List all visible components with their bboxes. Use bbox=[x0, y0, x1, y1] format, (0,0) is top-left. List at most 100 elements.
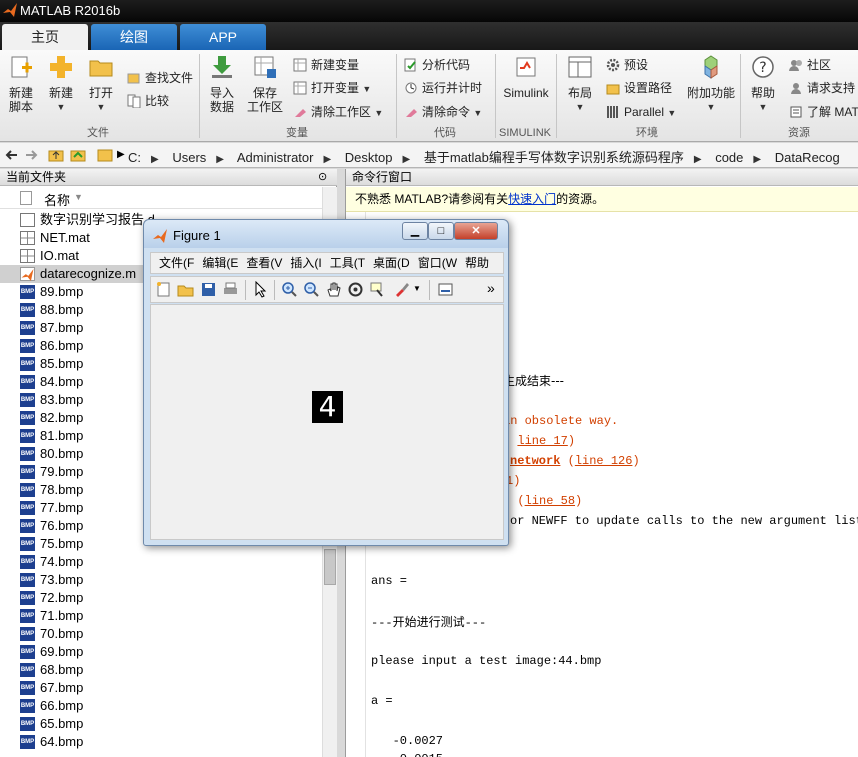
breadcrumb-item[interactable]: Desktop bbox=[345, 150, 393, 165]
mat-file-icon bbox=[20, 231, 35, 245]
menu-desktop[interactable]: 桌面(D bbox=[373, 256, 410, 270]
clear-workspace-button[interactable]: 清除工作区 ▼ bbox=[293, 102, 383, 122]
menu-window[interactable]: 窗口(W bbox=[418, 256, 457, 270]
bmp-file-icon: BMP bbox=[20, 591, 35, 605]
line-58-link[interactable]: line 58 bbox=[525, 494, 575, 508]
new-script-icon bbox=[11, 56, 32, 78]
tab-home[interactable]: 主页 bbox=[2, 24, 88, 50]
chevron-right-icon[interactable]: ▶ bbox=[753, 154, 761, 165]
new-figure-icon[interactable] bbox=[155, 281, 172, 298]
browse-folder-icon[interactable] bbox=[70, 147, 86, 166]
figure-canvas[interactable]: 4 bbox=[150, 304, 504, 540]
breadcrumb-item[interactable]: 基于matlab编程手写体数字识别系统源码程序 bbox=[424, 150, 684, 165]
file-list-item[interactable]: BMP 69.bmp bbox=[0, 643, 322, 661]
pan-hand-icon[interactable] bbox=[325, 281, 342, 298]
minimize-button[interactable]: ▁ bbox=[402, 222, 428, 240]
help-button[interactable]: ? 帮助 ▼ bbox=[746, 54, 780, 114]
parallel-button[interactable]: Parallel ▼ bbox=[606, 102, 676, 122]
menu-view[interactable]: 查看(V bbox=[246, 256, 282, 270]
figure-title-bar[interactable]: Figure 1 ▁ □ ✕ bbox=[144, 220, 508, 248]
panel-menu-icon[interactable]: ⊙ bbox=[318, 169, 327, 185]
open-dropdown-icon: ▼ bbox=[96, 102, 106, 112]
community-button[interactable]: 社区 bbox=[789, 55, 831, 75]
up-folder-icon[interactable] bbox=[48, 147, 64, 166]
file-list-item[interactable]: BMP 74.bmp bbox=[0, 553, 322, 571]
chevron-right-icon[interactable]: ▶ bbox=[216, 154, 224, 165]
chevron-right-icon[interactable]: ▶ bbox=[694, 154, 702, 165]
find-files-button[interactable]: 查找文件 bbox=[127, 68, 193, 88]
file-list-item[interactable]: BMP 71.bmp bbox=[0, 607, 322, 625]
file-list-item[interactable]: BMP 68.bmp bbox=[0, 661, 322, 679]
back-icon[interactable] bbox=[4, 148, 18, 165]
breadcrumb-item[interactable]: Administrator bbox=[237, 150, 314, 165]
save-icon[interactable] bbox=[200, 281, 217, 298]
zoom-in-icon[interactable] bbox=[281, 281, 298, 298]
new-variable-button[interactable]: 新建变量 bbox=[293, 55, 359, 75]
layout-button[interactable]: 布局 ▼ bbox=[563, 54, 597, 114]
tab-apps[interactable]: APP bbox=[180, 24, 266, 50]
learn-matlab-button[interactable]: 了解 MAT bbox=[789, 102, 858, 122]
name-column-header[interactable]: 名称 bbox=[44, 190, 70, 209]
menu-edit[interactable]: 编辑(E bbox=[202, 256, 238, 270]
chevron-right-icon[interactable]: ▶ bbox=[403, 154, 411, 165]
open-variable-icon bbox=[293, 81, 307, 95]
file-list-item[interactable]: BMP 67.bmp bbox=[0, 679, 322, 697]
chevron-right-icon[interactable]: ▶ bbox=[151, 154, 159, 165]
tab-plots[interactable]: 绘图 bbox=[91, 24, 177, 50]
file-list-item[interactable]: BMP 65.bmp bbox=[0, 715, 322, 733]
getting-started-link[interactable]: 快速入门 bbox=[508, 192, 556, 206]
save-workspace-button[interactable]: 保存 工作区 bbox=[246, 54, 284, 114]
request-support-button[interactable]: 请求支持 bbox=[789, 78, 855, 98]
forward-icon[interactable] bbox=[25, 148, 39, 165]
brush-icon[interactable] bbox=[393, 281, 410, 298]
preferences-button[interactable]: 预设 bbox=[606, 55, 648, 75]
new-script-button[interactable]: 新建 脚本 bbox=[4, 54, 38, 114]
file-list-item[interactable]: BMP 72.bmp bbox=[0, 589, 322, 607]
chevron-right-icon[interactable]: ▶ bbox=[117, 149, 125, 160]
file-list-item[interactable]: BMP 73.bmp bbox=[0, 571, 322, 589]
new-button[interactable]: 新建 ▼ bbox=[44, 54, 78, 114]
file-list-item[interactable]: BMP 66.bmp bbox=[0, 697, 322, 715]
data-cursor-icon[interactable] bbox=[369, 281, 386, 298]
open-file-icon[interactable] bbox=[177, 281, 194, 298]
rotate-3d-icon[interactable] bbox=[347, 281, 364, 298]
breadcrumb-item[interactable]: code bbox=[715, 150, 743, 165]
run-and-time-button[interactable]: 运行并计时 bbox=[404, 78, 482, 98]
network-link[interactable]: network bbox=[510, 454, 560, 468]
breadcrumb-item[interactable]: C: bbox=[128, 150, 141, 165]
open-button[interactable]: 打开 ▼ bbox=[84, 54, 118, 114]
chevron-right-icon[interactable]: ▶ bbox=[323, 154, 331, 165]
import-data-button[interactable]: 导入 数据 bbox=[205, 54, 239, 114]
add-ons-button[interactable]: 附加功能 ▼ bbox=[686, 54, 736, 114]
file-list-item[interactable]: BMP 70.bmp bbox=[0, 625, 322, 643]
link-plot-icon[interactable] bbox=[437, 281, 454, 298]
file-type-column-icon[interactable] bbox=[20, 191, 32, 205]
output-line: ---开始进行测试--- bbox=[371, 616, 487, 630]
output-line: or NEWFF to update calls to the new argu… bbox=[510, 514, 858, 528]
toolbar-overflow-icon[interactable]: » bbox=[487, 280, 495, 296]
sort-down-icon[interactable]: ▼ bbox=[74, 192, 83, 202]
breadcrumb-item[interactable]: Users bbox=[172, 150, 206, 165]
brush-dropdown-icon[interactable]: ▼ bbox=[413, 284, 421, 293]
line-126-link[interactable]: line 126 bbox=[575, 454, 633, 468]
menu-tools[interactable]: 工具(T bbox=[330, 256, 365, 270]
set-path-button[interactable]: 设置路径 bbox=[606, 78, 672, 98]
menu-insert[interactable]: 插入(I bbox=[290, 256, 321, 270]
file-list-item[interactable]: BMP 64.bmp bbox=[0, 733, 322, 751]
print-icon[interactable] bbox=[222, 281, 239, 298]
clear-workspace-label: 清除工作区 bbox=[311, 105, 372, 119]
analyze-code-button[interactable]: 分析代码 bbox=[404, 55, 470, 75]
menu-file[interactable]: 文件(F bbox=[159, 256, 194, 270]
pointer-icon[interactable] bbox=[252, 281, 269, 298]
maximize-button[interactable]: □ bbox=[428, 222, 454, 240]
zoom-out-icon[interactable] bbox=[303, 281, 320, 298]
breadcrumb-item[interactable]: DataRecog bbox=[775, 150, 840, 165]
figure-window[interactable]: Figure 1 ▁ □ ✕ 文件(F 编辑(E 查看(V 插入(I 工具(T 桌面(D 窗… bbox=[143, 219, 509, 546]
line-17-link[interactable]: line 17 bbox=[517, 434, 567, 448]
compare-button[interactable]: 比较 bbox=[127, 91, 169, 111]
close-button[interactable]: ✕ bbox=[454, 222, 498, 240]
open-variable-button[interactable]: 打开变量 ▼ bbox=[293, 78, 371, 98]
scrollbar-thumb[interactable] bbox=[324, 549, 336, 585]
simulink-button[interactable]: Simulink bbox=[500, 54, 552, 100]
clear-commands-button[interactable]: 清除命令 ▼ bbox=[404, 102, 482, 122]
